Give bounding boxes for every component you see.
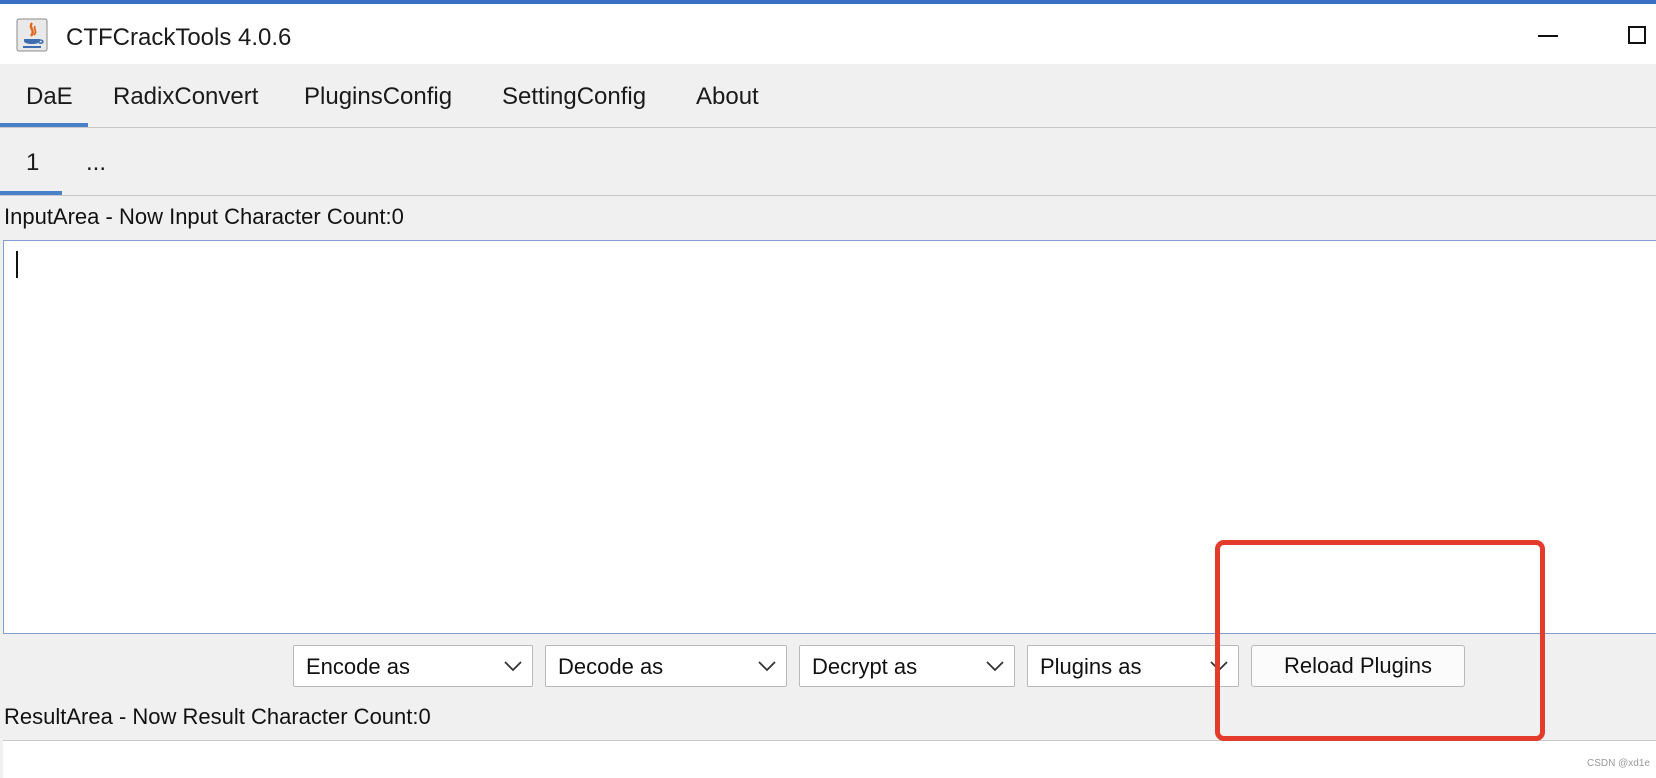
java-app-icon	[16, 18, 48, 52]
decode-as-label: Decode as	[558, 654, 664, 679]
plugins-as-label: Plugins as	[1040, 654, 1142, 679]
input-area-label: InputArea - Now Input Character Count:0	[4, 204, 404, 229]
chevron-down-icon	[986, 661, 1004, 672]
text-caret	[16, 251, 18, 278]
result-area-label: ResultArea - Now Result Character Count:…	[4, 704, 431, 729]
subtab-1-label: 1	[26, 149, 40, 176]
plugins-as-dropdown[interactable]: Plugins as	[1027, 645, 1239, 687]
tab-about-label: About	[696, 83, 759, 110]
main-tab-bar: DaE RadixConvert PluginsConfig SettingCo…	[0, 64, 1656, 128]
tab-dae[interactable]: DaE	[0, 64, 88, 127]
subtab-1[interactable]: 1	[0, 128, 62, 195]
result-textarea[interactable]	[3, 740, 1656, 778]
subtab-more[interactable]: ...	[86, 128, 106, 195]
tab-dae-label: DaE	[26, 83, 73, 110]
tab-radixconvert-label: RadixConvert	[113, 83, 259, 110]
subtab-more-label: ...	[86, 149, 107, 176]
tab-pluginsconfig[interactable]: PluginsConfig	[304, 64, 452, 127]
minimize-icon[interactable]	[1538, 35, 1558, 37]
maximize-icon[interactable]	[1628, 26, 1646, 44]
tab-about[interactable]: About	[696, 64, 759, 127]
tab-radixconvert[interactable]: RadixConvert	[113, 64, 258, 127]
reload-plugins-button[interactable]: Reload Plugins	[1251, 645, 1465, 687]
decode-as-dropdown[interactable]: Decode as	[545, 645, 787, 687]
encode-as-label: Encode as	[306, 654, 410, 679]
decrypt-as-label: Decrypt as	[812, 654, 918, 679]
window-title: CTFCrackTools 4.0.6	[66, 24, 292, 51]
tab-settingconfig[interactable]: SettingConfig	[502, 64, 646, 127]
title-bar: CTFCrackTools 4.0.6	[0, 4, 1656, 64]
tab-settingconfig-label: SettingConfig	[502, 83, 647, 110]
chevron-down-icon	[1210, 661, 1228, 672]
encode-as-dropdown[interactable]: Encode as	[293, 645, 533, 687]
watermark: CSDN @xd1e	[1587, 758, 1650, 769]
sub-tab-bar: 1 ...	[0, 128, 1656, 196]
chevron-down-icon	[504, 661, 522, 672]
input-textarea[interactable]	[3, 240, 1656, 634]
chevron-down-icon	[758, 661, 776, 672]
decrypt-as-dropdown[interactable]: Decrypt as	[799, 645, 1015, 687]
tab-pluginsconfig-label: PluginsConfig	[304, 83, 453, 110]
